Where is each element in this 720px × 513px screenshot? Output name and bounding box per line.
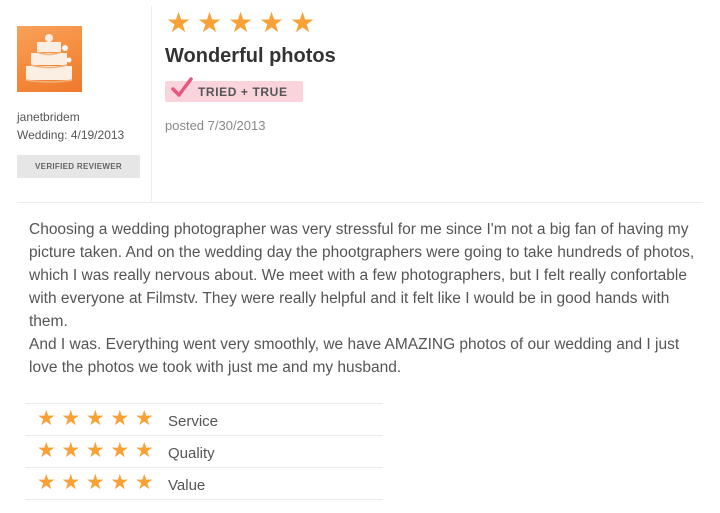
review-body: Choosing a wedding photographer was very… (29, 218, 701, 379)
star-icon: ★ (165, 7, 192, 38)
rating-label-quality: Quality (168, 445, 215, 462)
reviewer-wedding-date: Wedding: 4/19/2013 (17, 128, 124, 142)
star-icon: ★ (85, 471, 105, 494)
star-icon: ★ (61, 407, 81, 430)
reviewer-username[interactable]: janetbridem (17, 110, 80, 124)
quality-stars: ★ ★ ★ ★ ★ (34, 440, 157, 461)
star-icon: ★ (61, 439, 81, 462)
star-icon: ★ (110, 407, 130, 430)
star-icon: ★ (110, 471, 130, 494)
star-icon: ★ (85, 439, 105, 462)
vertical-divider (151, 6, 152, 201)
star-icon: ★ (36, 471, 56, 494)
rating-row-value: ★ ★ ★ ★ ★ Value (25, 467, 383, 500)
rating-row-quality: ★ ★ ★ ★ ★ Quality (25, 435, 383, 467)
review-paragraph: And I was. Everything went very smoothly… (29, 336, 680, 376)
star-icon: ★ (134, 439, 154, 462)
star-icon: ★ (289, 7, 316, 38)
value-stars: ★ ★ ★ ★ ★ (34, 472, 157, 493)
rating-label-value: Value (168, 477, 206, 494)
star-icon: ★ (258, 7, 285, 38)
star-icon: ★ (110, 439, 130, 462)
service-stars: ★ ★ ★ ★ ★ (34, 408, 157, 429)
star-icon: ★ (134, 407, 154, 430)
tried-true-badge[interactable]: TRIED + TRUE (165, 77, 303, 102)
horizontal-divider (17, 202, 703, 203)
star-icon: ★ (61, 471, 81, 494)
overall-rating-stars: ★ ★ ★ ★ ★ (163, 9, 318, 37)
tried-true-label: TRIED + TRUE (198, 85, 288, 99)
review-paragraph: Choosing a wedding photographer was very… (29, 221, 695, 330)
star-icon: ★ (134, 471, 154, 494)
wedding-label: Wedding: (17, 128, 68, 142)
category-ratings: ★ ★ ★ ★ ★ Service ★ ★ ★ ★ ★ Quality ★ ★ ★ ★ ★ Value (25, 403, 383, 500)
verified-reviewer-badge: VERIFIED REVIEWER (17, 155, 140, 178)
star-icon: ★ (227, 7, 254, 38)
star-icon: ★ (85, 407, 105, 430)
star-icon: ★ (196, 7, 223, 38)
rating-row-service: ★ ★ ★ ★ ★ Service (25, 403, 383, 435)
review-title: Wonderful photos (165, 45, 336, 67)
star-icon: ★ (36, 439, 56, 462)
star-icon: ★ (36, 407, 56, 430)
wedding-date-value: 4/19/2013 (70, 128, 125, 142)
wedding-cake-icon (25, 34, 73, 83)
reviewer-avatar[interactable] (17, 26, 82, 92)
checkmark-icon (171, 77, 193, 97)
posted-date: posted 7/30/2013 (165, 118, 266, 133)
rating-label-service: Service (168, 413, 219, 430)
